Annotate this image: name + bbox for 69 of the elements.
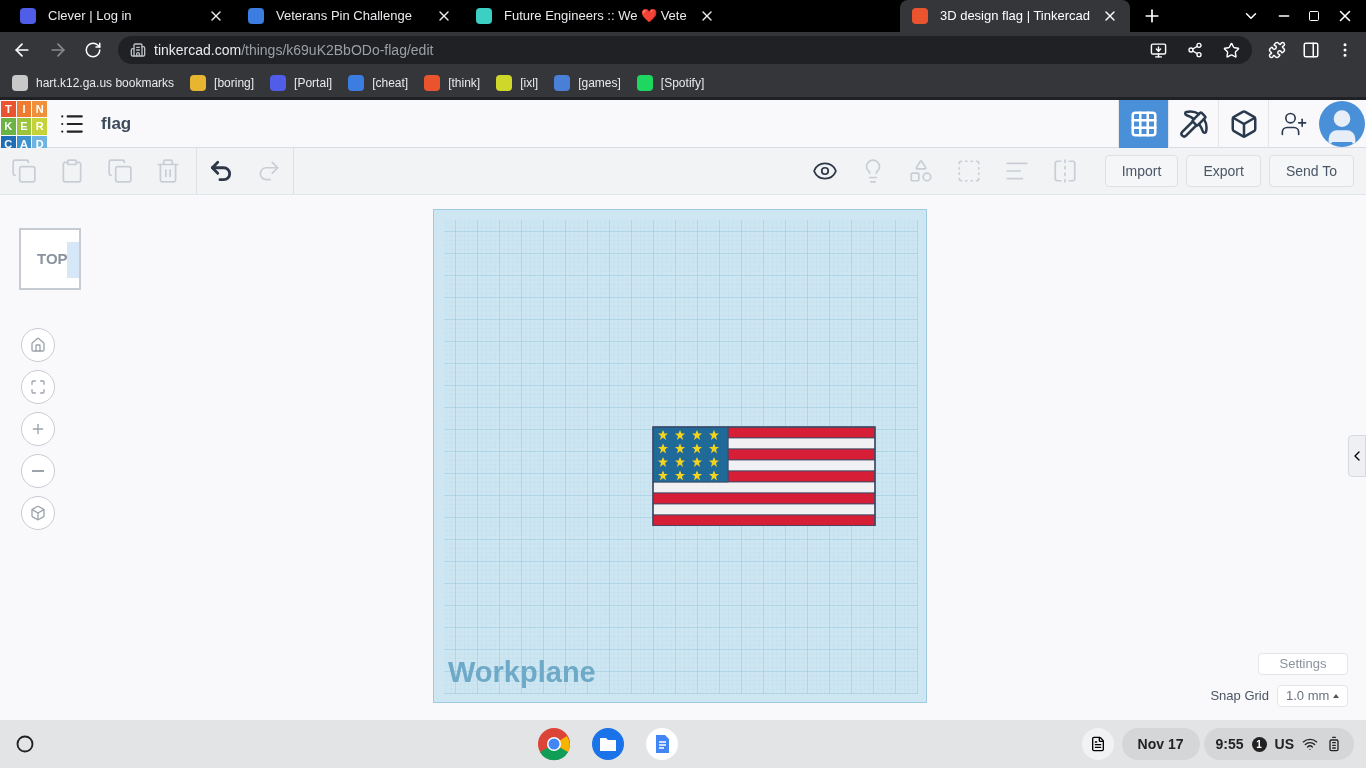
restore-icon[interactable]	[1308, 10, 1320, 22]
battery-icon	[1326, 736, 1342, 752]
bookmark-link[interactable]: [boring]	[190, 73, 255, 92]
logo-letter: R	[32, 118, 47, 135]
clock-time: 9:55	[1215, 734, 1244, 754]
toolbar-action-button[interactable]: Export	[1186, 155, 1261, 187]
browser-tab[interactable]: Veterans Pin Challenge	[236, 0, 464, 32]
home-view-icon	[30, 337, 46, 353]
design-name[interactable]: flag	[101, 110, 132, 137]
duplicate-icon	[107, 158, 133, 184]
grid-mode-button[interactable]	[1118, 99, 1168, 148]
snap-grid-label: Snap Grid	[1210, 687, 1269, 706]
tab-title: Veterans Pin Challenge	[276, 7, 413, 26]
chrome-icon[interactable]	[536, 727, 571, 761]
share-icon[interactable]	[1187, 42, 1203, 58]
notification-badge: 1	[1251, 736, 1267, 752]
toolbar-action-button[interactable]: Import	[1104, 155, 1179, 187]
reload-icon[interactable]	[84, 41, 102, 59]
bookmark-link[interactable]: hart.k12.ga.us bookmarks	[12, 73, 175, 92]
status-tray[interactable]: 9:55 1 US	[1203, 728, 1354, 760]
logo-letter: T	[1, 100, 16, 117]
fit-view-icon	[30, 379, 46, 395]
date-pill[interactable]: Nov 17	[1121, 728, 1200, 760]
perspective-cube-icon	[30, 505, 46, 521]
snap-grid-dropdown[interactable]: 1.0 mm	[1277, 685, 1348, 707]
wifi-icon	[1302, 736, 1318, 752]
side-panel-icon[interactable]	[1302, 41, 1320, 59]
browser-tab[interactable]: Clever | Log in	[8, 0, 236, 32]
file-icon	[1089, 736, 1106, 752]
folder-app-icon[interactable]	[590, 727, 625, 761]
tab-title: 3D design flag | Tinkercad	[939, 7, 1090, 26]
view-cube-label: TOP	[37, 248, 68, 269]
workplane-label: Workplane	[448, 654, 596, 690]
url-text: tinkercad.com/things/k69uK2BbODo-flag/edit	[154, 40, 434, 60]
site-info-icon[interactable]	[130, 42, 146, 58]
tab-title: Clever | Log in	[48, 7, 133, 26]
logo-letter: K	[1, 118, 16, 135]
holding-space-button[interactable]	[1081, 728, 1114, 760]
keyboard-language: US	[1274, 734, 1294, 754]
dashed-square-icon	[955, 158, 982, 184]
extensions-icon[interactable]	[1268, 41, 1286, 59]
shapes-icon	[907, 158, 934, 184]
undo-icon	[208, 158, 234, 184]
address-field[interactable]: tinkercad.com/things/k69uK2BbODo-flag/edit	[118, 36, 1252, 64]
bookmark-link[interactable]: [ixl]	[496, 73, 539, 92]
mirror-icon	[1051, 158, 1078, 184]
caret-icon	[1333, 694, 1339, 698]
logo-letter: E	[16, 118, 32, 135]
bookmark-link[interactable]: [games]	[554, 73, 621, 92]
logo-letter: I	[16, 100, 32, 117]
bookmark-link[interactable]: [Spotify]	[636, 73, 705, 92]
bookmark-link[interactable]: [think]	[424, 73, 481, 92]
install-icon[interactable]	[1150, 41, 1167, 59]
tab-title: Future Engineers :: We ❤ Vete	[504, 7, 687, 26]
clipboard-icon	[59, 158, 85, 184]
zoom-in-icon	[30, 421, 46, 437]
document-app-icon[interactable]	[644, 727, 679, 761]
bookmark-link[interactable]: [cheat]	[348, 73, 409, 92]
pickaxe-icon	[1178, 108, 1209, 139]
logo-letter: N	[32, 100, 47, 117]
toolbar-action-button[interactable]: Send To	[1268, 155, 1354, 187]
bookmark-star-icon[interactable]	[1223, 41, 1240, 59]
collapse-panel-tab[interactable]	[1348, 435, 1366, 477]
trash-icon	[155, 158, 181, 184]
bookmark-link[interactable]: [Portal]	[270, 73, 333, 92]
copy-icon	[11, 158, 37, 184]
browser-tab[interactable]: 3D design flag | Tinkercad	[899, 0, 1130, 32]
browser-tab[interactable]: Future Engineers :: We ❤ Vete	[464, 0, 727, 32]
launcher-icon[interactable]	[16, 735, 34, 753]
